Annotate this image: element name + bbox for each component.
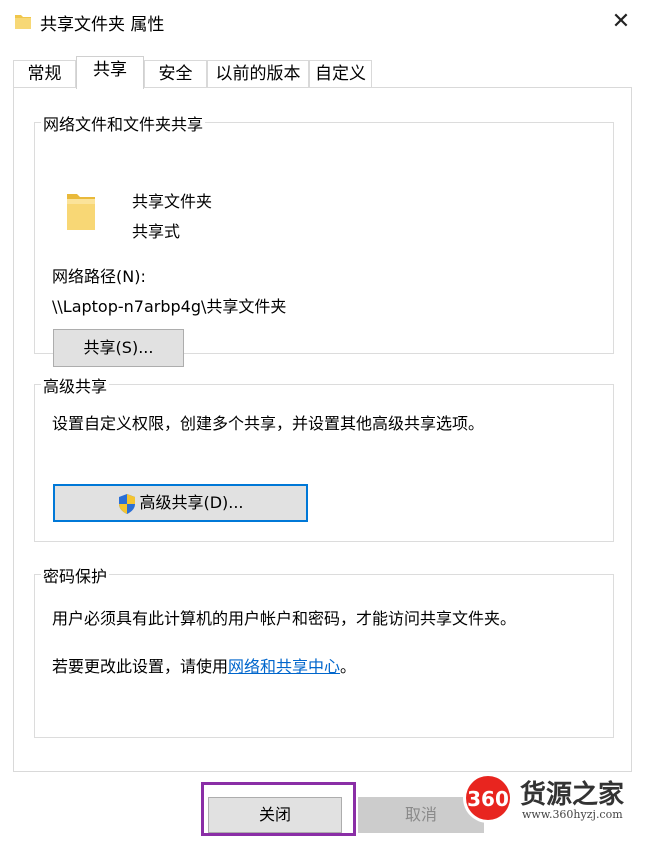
share-status: 共享式 bbox=[132, 222, 181, 241]
password-protection-description: 用户必须具有此计算机的用户帐户和密码，才能访问共享文件夹。 bbox=[52, 609, 517, 628]
watermark: 360 货源之家 www.360hyzj.com bbox=[462, 772, 642, 828]
tab-previous-versions[interactable]: 以前的版本 bbox=[207, 60, 309, 87]
tab-security[interactable]: 安全 bbox=[144, 60, 207, 87]
watermark-logo: 360 bbox=[463, 773, 513, 823]
network-sharing-group: 网络文件和文件夹共享 共享文件夹 共享式 网络路径(N): \\Laptop-n… bbox=[34, 111, 614, 367]
svg-text:360: 360 bbox=[467, 787, 509, 811]
network-sharing-center-link[interactable]: 网络和共享中心 bbox=[228, 657, 340, 676]
folder-icon bbox=[15, 15, 31, 29]
tab-sharing[interactable]: 共享 bbox=[76, 56, 144, 89]
tab-customize[interactable]: 自定义 bbox=[309, 60, 372, 87]
hint-prefix: 若要更改此设置，请使用 bbox=[52, 657, 229, 676]
share-button[interactable]: 共享(S)... bbox=[53, 329, 184, 367]
advanced-sharing-title: 高级共享 bbox=[41, 373, 110, 397]
advanced-sharing-button-label: 高级共享(D)... bbox=[139, 493, 244, 512]
network-path-label: 网络路径(N): bbox=[52, 267, 146, 286]
shared-folder-icon bbox=[67, 194, 95, 230]
advanced-sharing-description: 设置自定义权限，创建多个共享，并设置其他高级共享选项。 bbox=[52, 414, 485, 433]
network-path-value: \\Laptop-n7arbp4g\共享文件夹 bbox=[52, 297, 287, 316]
hint-suffix: 。 bbox=[340, 657, 357, 676]
watermark-name: 货源之家 bbox=[520, 780, 625, 810]
advanced-sharing-group: 高级共享 设置自定义权限，创建多个共享，并设置其他高级共享选项。 高级共享(D)… bbox=[34, 373, 614, 542]
network-sharing-title: 网络文件和文件夹共享 bbox=[41, 111, 206, 135]
close-window-button[interactable]: ✕ bbox=[604, 6, 638, 38]
window-title: 共享文件夹 属性 bbox=[40, 15, 165, 35]
folder-name: 共享文件夹 bbox=[132, 192, 213, 211]
password-protection-title: 密码保护 bbox=[41, 563, 110, 587]
tab-general[interactable]: 常规 bbox=[13, 60, 76, 87]
watermark-url: www.360hyzj.com bbox=[522, 808, 623, 821]
password-protection-group: 密码保护 用户必须具有此计算机的用户帐户和密码，才能访问共享文件夹。 若要更改此… bbox=[34, 563, 614, 738]
tab-bar: 常规 共享 安全 以前的版本 自定义 bbox=[0, 56, 646, 89]
sharing-panel: 网络文件和文件夹共享 共享文件夹 共享式 网络路径(N): \\Laptop-n… bbox=[13, 87, 632, 772]
advanced-sharing-button[interactable]: 高级共享(D)... bbox=[53, 484, 308, 522]
title-bar: 共享文件夹 属性 ✕ bbox=[0, 0, 646, 44]
close-button-highlight bbox=[201, 782, 356, 836]
uac-shield-icon bbox=[119, 493, 136, 514]
password-protection-hint: 若要更改此设置，请使用网络和共享中心。 bbox=[52, 653, 356, 677]
